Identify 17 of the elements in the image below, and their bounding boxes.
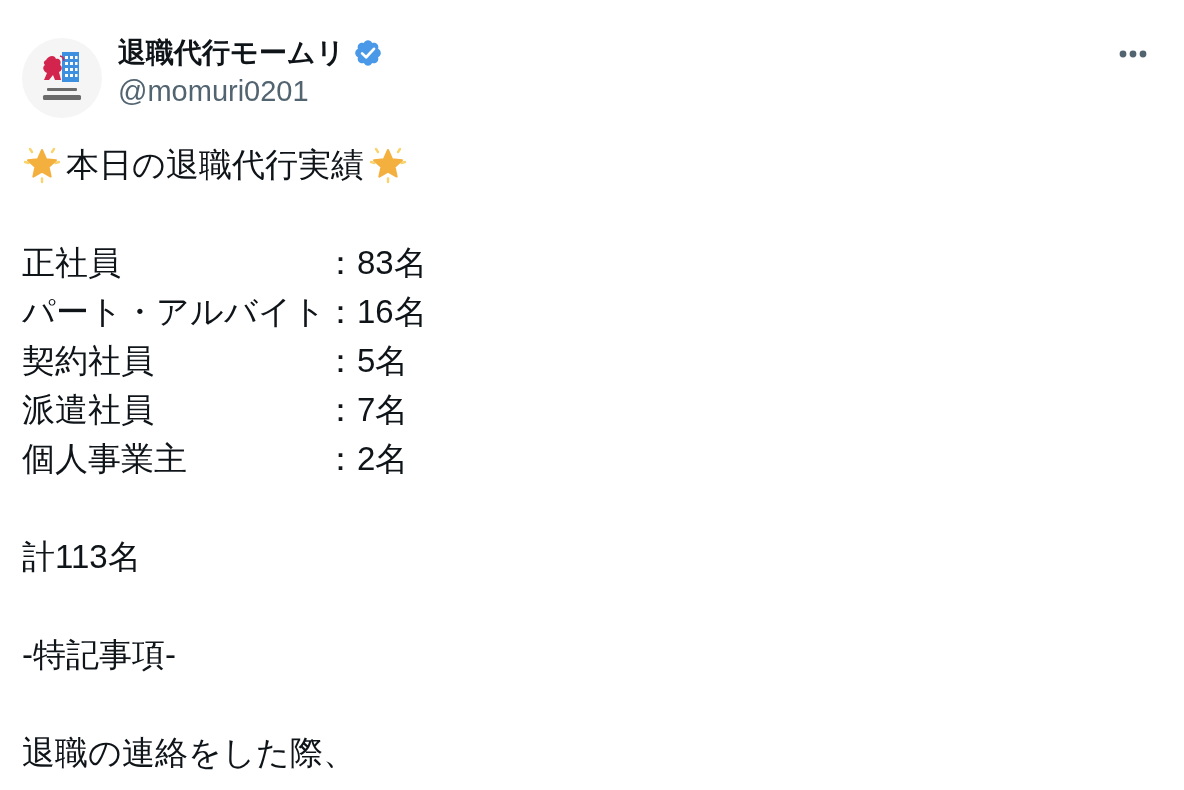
account-handle[interactable]: @momuri0201 xyxy=(118,72,383,110)
account-name[interactable]: 退職代行モームリ xyxy=(118,34,345,72)
category-label: パート・アルバイト xyxy=(22,292,326,332)
category-count: ：16名 xyxy=(324,292,427,332)
category-label: 正社員 xyxy=(22,243,122,283)
total-count: 計113名 xyxy=(22,537,142,577)
category-label: 派遣社員 xyxy=(22,390,155,430)
post-paragraph: 退職の連絡をした際、 xyxy=(22,733,357,773)
section-heading: -特記事項- xyxy=(22,635,177,675)
category-count: ：5名 xyxy=(324,341,410,381)
category-label: 契約社員 xyxy=(22,341,155,381)
category-count: ：83名 xyxy=(324,243,427,283)
post-title: 本日の退職代行実績 xyxy=(66,145,364,185)
category-count: ：2名 xyxy=(324,439,410,479)
category-label: 個人事業主 xyxy=(22,439,188,479)
category-count: ：7名 xyxy=(324,390,410,430)
more-icon xyxy=(1119,50,1147,58)
